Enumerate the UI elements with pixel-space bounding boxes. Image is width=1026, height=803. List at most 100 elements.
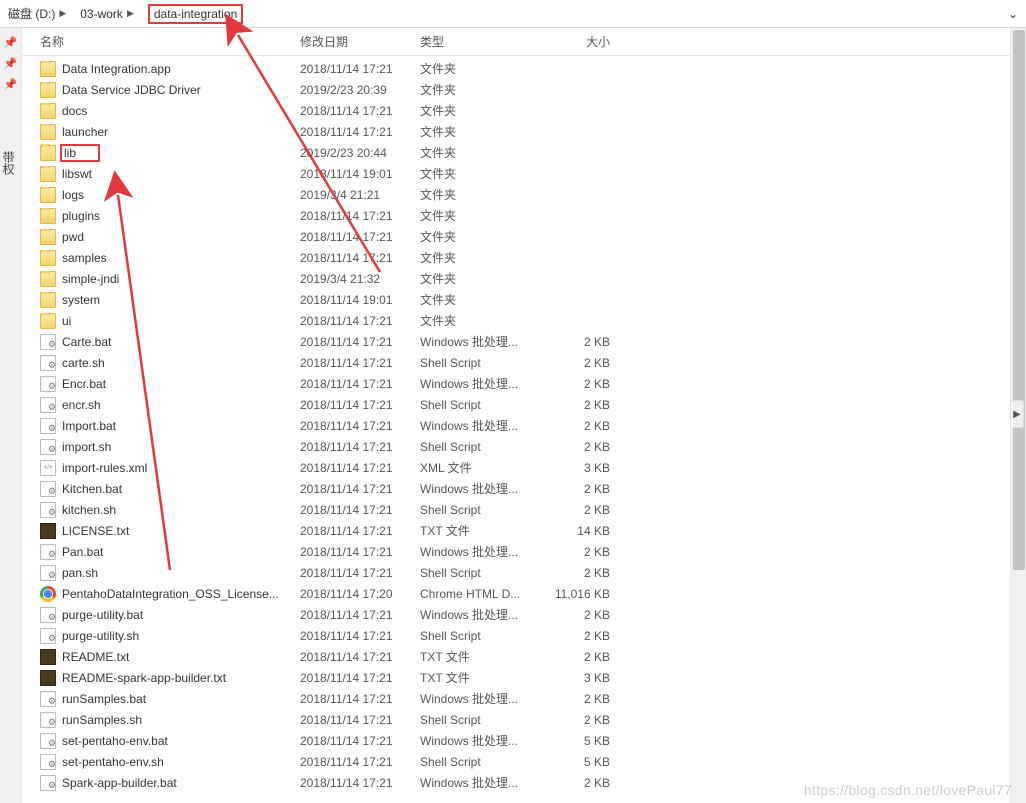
- file-row[interactable]: pwd2018/11/14 17:21文件夹: [22, 226, 1026, 247]
- file-name: Pan.bat: [62, 545, 103, 559]
- file-type: Shell Script: [420, 398, 540, 412]
- file-type: 文件夹: [420, 312, 540, 329]
- file-row[interactable]: logs2019/3/4 21:21文件夹: [22, 184, 1026, 205]
- file-size: 2 KB: [540, 503, 620, 517]
- file-row[interactable]: system2018/11/14 19:01文件夹: [22, 289, 1026, 310]
- file-name: Data Service JDBC Driver: [62, 83, 201, 97]
- crumb-root[interactable]: 磁盘 (D:) ▶: [0, 0, 72, 27]
- dropdown-icon[interactable]: ⌄: [1008, 7, 1026, 21]
- txty-icon: [40, 649, 56, 665]
- file-row[interactable]: pan.sh2018/11/14 17:21Shell Script2 KB: [22, 562, 1026, 583]
- crumb-root-label: 磁盘 (D:): [8, 5, 55, 22]
- file-row[interactable]: samples2018/11/14 17:21文件夹: [22, 247, 1026, 268]
- file-date: 2018/11/14 17:21: [300, 251, 420, 265]
- bat-icon: [40, 691, 56, 707]
- file-row[interactable]: import-rules.xml2018/11/14 17:21XML 文件3 …: [22, 457, 1026, 478]
- col-size-header[interactable]: 大小: [540, 33, 620, 50]
- file-row[interactable]: purge-utility.bat2018/11/14 17:21Windows…: [22, 604, 1026, 625]
- sh-icon: [40, 502, 56, 518]
- scrollbar-thumb[interactable]: [1013, 30, 1025, 570]
- file-size: 2 KB: [540, 356, 620, 370]
- sh-icon: [40, 397, 56, 413]
- folder-icon: [40, 124, 56, 140]
- file-row[interactable]: simple-jndi2019/3/4 21:32文件夹: [22, 268, 1026, 289]
- file-row[interactable]: set-pentaho-env.bat2018/11/14 17:21Windo…: [22, 730, 1026, 751]
- file-date: 2018/11/14 17:21: [300, 377, 420, 391]
- col-date-header[interactable]: 修改日期: [300, 33, 420, 50]
- file-date: 2018/11/14 17:21: [300, 440, 420, 454]
- panel-expand-icon[interactable]: ▶: [1010, 400, 1024, 428]
- file-date: 2019/2/23 20:44: [300, 146, 420, 160]
- file-row[interactable]: docs2018/11/14 17:21文件夹: [22, 100, 1026, 121]
- file-type: TXT 文件: [420, 669, 540, 686]
- file-type: 文件夹: [420, 102, 540, 119]
- file-name: Kitchen.bat: [62, 482, 122, 496]
- file-type: Windows 批处理...: [420, 774, 540, 791]
- file-name: Encr.bat: [62, 377, 106, 391]
- file-row[interactable]: Encr.bat2018/11/14 17:21Windows 批处理...2 …: [22, 373, 1026, 394]
- folder-icon: [40, 187, 56, 203]
- file-name: launcher: [62, 125, 108, 139]
- file-list-panel: 名称 修改日期 类型 大小 Data Integration.app2018/1…: [22, 28, 1026, 803]
- file-row[interactable]: launcher2018/11/14 17:21文件夹: [22, 121, 1026, 142]
- file-type: Windows 批处理...: [420, 333, 540, 350]
- left-strip-label: 带权: [0, 151, 17, 175]
- file-date: 2018/11/14 19:01: [300, 167, 420, 181]
- pin-icon[interactable]: 📌: [0, 49, 21, 70]
- file-row[interactable]: encr.sh2018/11/14 17:21Shell Script2 KB: [22, 394, 1026, 415]
- sh-icon: [40, 355, 56, 371]
- file-row[interactable]: README.txt2018/11/14 17:21TXT 文件2 KB: [22, 646, 1026, 667]
- file-row[interactable]: kitchen.sh2018/11/14 17:21Shell Script2 …: [22, 499, 1026, 520]
- file-date: 2018/11/14 17:21: [300, 314, 420, 328]
- file-date: 2018/11/14 17:21: [300, 335, 420, 349]
- file-row[interactable]: LICENSE.txt2018/11/14 17:21TXT 文件14 KB: [22, 520, 1026, 541]
- file-date: 2018/11/14 17:21: [300, 713, 420, 727]
- crumb-mid[interactable]: 03-work ▶: [72, 0, 140, 27]
- file-name: docs: [62, 104, 87, 118]
- file-size: 2 KB: [540, 482, 620, 496]
- file-size: 2 KB: [540, 776, 620, 790]
- pin-icon[interactable]: 📌: [0, 70, 21, 91]
- file-row[interactable]: Pan.bat2018/11/14 17:21Windows 批处理...2 K…: [22, 541, 1026, 562]
- file-rows: Data Integration.app2018/11/14 17:21文件夹D…: [22, 56, 1026, 793]
- file-row[interactable]: Import.bat2018/11/14 17:21Windows 批处理...…: [22, 415, 1026, 436]
- file-row[interactable]: lib2019/2/23 20:44文件夹: [22, 142, 1026, 163]
- file-row[interactable]: PentahoDataIntegration_OSS_License...201…: [22, 583, 1026, 604]
- file-row[interactable]: libswt2018/11/14 19:01文件夹: [22, 163, 1026, 184]
- crumb-leaf[interactable]: data-integration: [140, 0, 249, 27]
- file-date: 2018/11/14 19:01: [300, 293, 420, 307]
- file-row[interactable]: Kitchen.bat2018/11/14 17:21Windows 批处理..…: [22, 478, 1026, 499]
- file-name: libswt: [62, 167, 92, 181]
- sh-icon: [40, 754, 56, 770]
- file-name: system: [62, 293, 100, 307]
- file-row[interactable]: set-pentaho-env.sh2018/11/14 17:21Shell …: [22, 751, 1026, 772]
- file-row[interactable]: import.sh2018/11/14 17:21Shell Script2 K…: [22, 436, 1026, 457]
- pin-icon[interactable]: 📌: [0, 28, 21, 49]
- file-row[interactable]: README-spark-app-builder.txt2018/11/14 1…: [22, 667, 1026, 688]
- file-type: 文件夹: [420, 186, 540, 203]
- file-row[interactable]: ui 2018/11/14 17:21文件夹: [22, 310, 1026, 331]
- file-type: Windows 批处理...: [420, 480, 540, 497]
- file-name: carte.sh: [62, 356, 105, 370]
- file-row[interactable]: runSamples.bat2018/11/14 17:21Windows 批处…: [22, 688, 1026, 709]
- folder-icon: [40, 82, 56, 98]
- file-name: kitchen.sh: [62, 503, 116, 517]
- file-row[interactable]: runSamples.sh2018/11/14 17:21Shell Scrip…: [22, 709, 1026, 730]
- file-name: ui: [62, 314, 71, 328]
- col-name-header[interactable]: 名称: [40, 33, 300, 50]
- file-row[interactable]: purge-utility.sh2018/11/14 17:21Shell Sc…: [22, 625, 1026, 646]
- file-row[interactable]: plugins2018/11/14 17:21文件夹: [22, 205, 1026, 226]
- col-type-header[interactable]: 类型: [420, 33, 540, 50]
- file-row[interactable]: Carte.bat2018/11/14 17:21Windows 批处理...2…: [22, 331, 1026, 352]
- file-date: 2018/11/14 17:21: [300, 755, 420, 769]
- file-row[interactable]: Data Service JDBC Driver2019/2/23 20:39文…: [22, 79, 1026, 100]
- file-row[interactable]: Data Integration.app2018/11/14 17:21文件夹: [22, 58, 1026, 79]
- file-name: set-pentaho-env.sh: [62, 755, 164, 769]
- file-type: 文件夹: [420, 249, 540, 266]
- file-name: PentahoDataIntegration_OSS_License...: [62, 587, 279, 601]
- file-type: 文件夹: [420, 207, 540, 224]
- file-name: logs: [62, 188, 84, 202]
- file-type: 文件夹: [420, 228, 540, 245]
- file-name: set-pentaho-env.bat: [62, 734, 168, 748]
- file-row[interactable]: carte.sh2018/11/14 17:21Shell Script2 KB: [22, 352, 1026, 373]
